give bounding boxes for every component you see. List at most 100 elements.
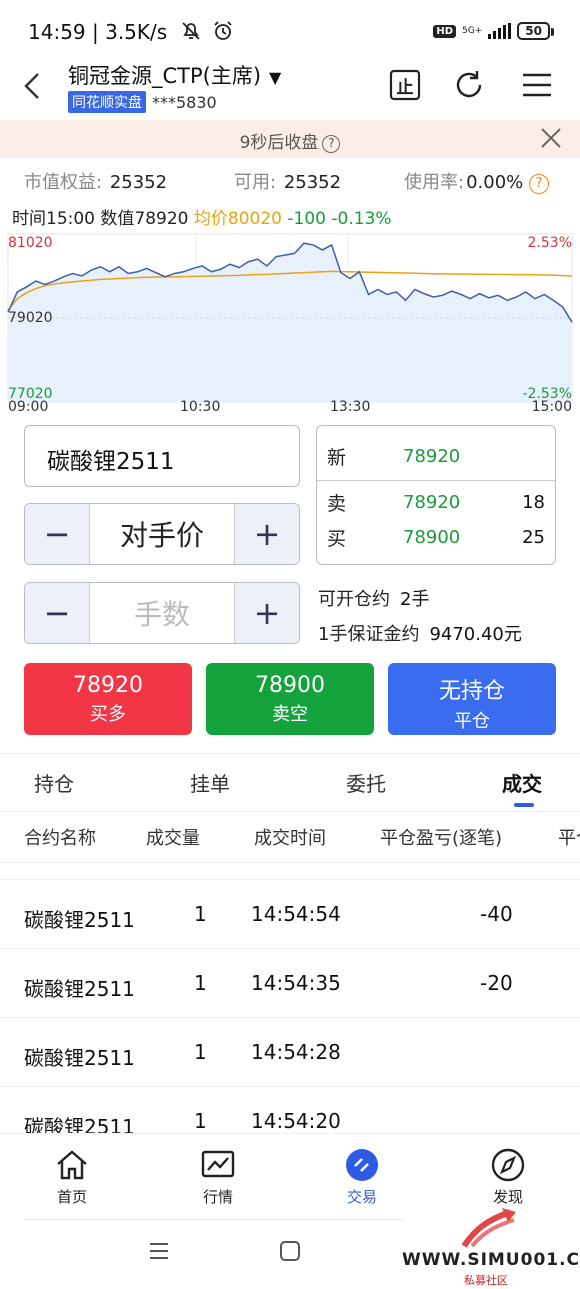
contract-name: 碳酸锂2511: [47, 449, 175, 475]
pct-axis-top-label: 2.53%: [527, 235, 572, 251]
last-price: 78920: [403, 445, 461, 467]
close-status: 无持仓: [438, 679, 505, 704]
battery-icon: 50: [517, 22, 554, 40]
nav-home[interactable]: 首页: [32, 1148, 112, 1207]
ask-price: 78920: [403, 491, 461, 513]
row-contract: 碳酸锂2511: [24, 977, 135, 1001]
intraday-chart[interactable]: 81020 79020 77020 2.53% -2.53% 09:00 10:…: [0, 228, 580, 418]
price-mode[interactable]: 对手价: [89, 504, 235, 564]
y-axis-mid-label: 79020: [8, 310, 53, 326]
account-title[interactable]: 铜冠金源_CTP(主席) ▼: [68, 60, 281, 90]
account-summary: 市值权益: 25352 可用: 25352 使用率: 0.00% ?: [0, 166, 580, 194]
margin-info: 1手保证金约 9470.40元: [318, 620, 522, 646]
refresh-icon[interactable]: [452, 68, 486, 102]
quantity-input[interactable]: 手数: [89, 583, 235, 643]
title-text: 铜冠金源_CTP(主席): [68, 64, 262, 88]
last-price-row: 新 78920: [317, 438, 555, 474]
info-change: -100: [287, 209, 326, 229]
usage-help-icon[interactable]: ?: [529, 174, 549, 194]
row-time: 14:54:28: [251, 1040, 341, 1064]
app-header: 铜冠金源_CTP(主席) ▼ 同花顺实盘 ***5830 止: [0, 56, 580, 120]
trade-icon: [346, 1149, 378, 1181]
available-value: 25352: [283, 172, 342, 193]
row-contract: 碳酸锂2511: [24, 908, 135, 932]
price-stepper[interactable]: − 对手价 +: [24, 503, 300, 565]
stop-label: 止: [396, 78, 414, 98]
x-tick-label: 10:30: [180, 399, 221, 415]
buy-long-button[interactable]: 78920 买多: [24, 663, 192, 735]
tab-trades[interactable]: 成交: [502, 768, 542, 797]
dropdown-triangle-icon[interactable]: ▼: [269, 68, 281, 87]
close-position-button[interactable]: 无持仓 平仓: [388, 663, 556, 735]
tab-pending[interactable]: 挂单: [190, 768, 230, 797]
x-tick-label: 15:00: [531, 399, 572, 415]
network-type: 5G+: [462, 25, 483, 36]
ask-volume: 18: [522, 491, 545, 513]
openable-info: 可开仓约 2手: [318, 585, 429, 611]
divider: [0, 753, 580, 754]
info-time: 时间15:00: [12, 209, 95, 229]
tab-orders[interactable]: 委托: [346, 768, 386, 797]
y-axis-top-label: 81020: [8, 235, 53, 251]
closing-banner: 9秒后收盘?: [0, 120, 580, 158]
qty-plus-button[interactable]: +: [235, 583, 299, 643]
row-contract: 碳酸锂2511: [24, 1046, 135, 1070]
row-qty: 1: [194, 971, 207, 995]
equity-value: 25352: [109, 172, 168, 193]
tab-positions[interactable]: 持仓: [34, 768, 74, 797]
row-pnl: -20: [480, 971, 513, 995]
divider: [0, 811, 580, 812]
table-row[interactable]: 碳酸锂2511 1 14:54:54 -40: [0, 879, 580, 949]
broker-badge: 同花顺实盘: [68, 91, 146, 113]
row-pnl: -40: [480, 902, 513, 926]
watermark-logo-icon: [461, 1208, 516, 1248]
nav-market-label: 行情: [202, 1188, 233, 1206]
home-icon: [57, 1150, 87, 1180]
ask-label: 卖: [327, 492, 347, 515]
close-icon[interactable]: [538, 124, 564, 152]
recent-apps-icon[interactable]: [148, 1240, 170, 1262]
home-button-icon[interactable]: [279, 1240, 301, 1262]
menu-icon[interactable]: [520, 68, 554, 102]
alarm-icon: [214, 21, 232, 40]
row-qty: 1: [194, 1109, 207, 1133]
ask-row: 卖 78920 18: [317, 484, 555, 520]
quote-box: 新 78920 卖 78920 18 买 78900 25: [316, 425, 556, 565]
watermark-text: WWW.SIMU001.CN: [402, 1250, 580, 1270]
signal-icon: [488, 23, 512, 39]
usage-label: 使用率:: [404, 172, 465, 193]
quote-divider: [317, 480, 555, 481]
nav-trade-label: 交易: [346, 1188, 377, 1206]
table-row[interactable]: 碳酸锂2511 1 14:54:28: [0, 1017, 580, 1087]
equity-label: 市值权益:: [24, 172, 103, 193]
price-area: [8, 243, 572, 402]
price-minus-button[interactable]: −: [25, 504, 89, 564]
quantity-stepper[interactable]: − 手数 +: [24, 582, 300, 644]
stop-loss-button[interactable]: 止: [388, 68, 422, 102]
info-pct: -0.13%: [331, 209, 392, 229]
contract-selector[interactable]: 碳酸锂2511: [24, 425, 300, 487]
header-close: 平仓: [558, 828, 580, 849]
active-tab-indicator: [514, 803, 534, 807]
sell-price: 78900: [255, 673, 325, 698]
available-label: 可用:: [234, 172, 277, 193]
battery-level: 50: [525, 24, 542, 38]
qty-minus-button[interactable]: −: [25, 583, 89, 643]
info-avg: 均价80020: [193, 209, 282, 229]
x-tick-label: 13:30: [330, 399, 371, 415]
nav-trade[interactable]: 交易: [322, 1148, 402, 1207]
header-pnl: 平仓盈亏(逐笔): [380, 828, 503, 849]
watermark-subtext: 私募社区: [464, 1274, 508, 1287]
price-plus-button[interactable]: +: [235, 504, 299, 564]
help-icon[interactable]: ?: [322, 135, 341, 153]
table-row[interactable]: 碳酸锂2511 1 14:54:35 -20: [0, 948, 580, 1018]
nav-market[interactable]: 行情: [178, 1148, 258, 1207]
buy-price: 78920: [73, 673, 143, 698]
sell-short-button[interactable]: 78900 卖空: [206, 663, 374, 735]
margin-label: 1手保证金约: [318, 624, 420, 645]
row-qty: 1: [194, 902, 207, 926]
close-label: 平仓: [454, 711, 490, 732]
info-value: 数值78920: [100, 209, 189, 229]
back-arrow-icon[interactable]: [20, 68, 44, 104]
nav-discover[interactable]: 发现: [468, 1148, 548, 1207]
